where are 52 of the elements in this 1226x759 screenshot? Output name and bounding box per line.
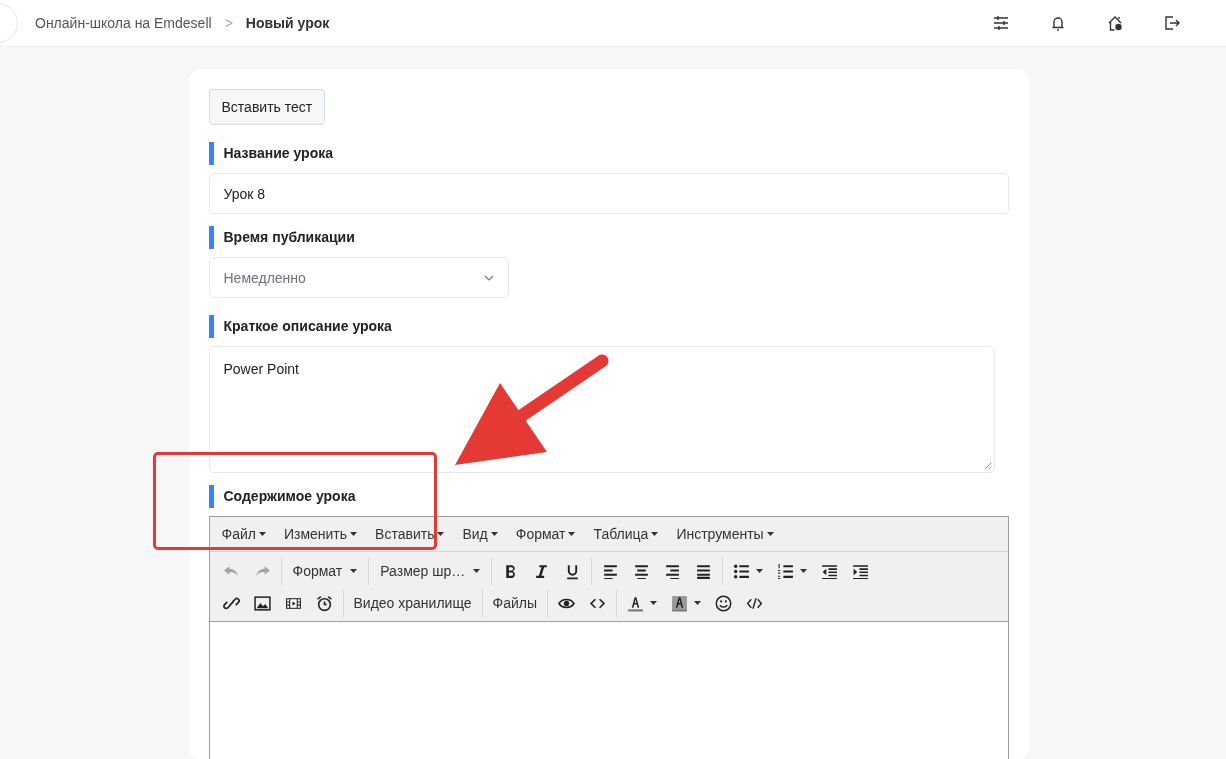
field-label: Время публикации — [208, 226, 1009, 249]
breadcrumb-link[interactable]: Онлайн-школа на Emdesell — [35, 15, 212, 31]
caret-icon — [437, 532, 445, 536]
select-field[interactable]: Немедленно — [208, 257, 509, 298]
caret-icon — [350, 569, 358, 573]
caret-icon — [651, 532, 659, 536]
textarea-value: Power Point — [223, 361, 299, 377]
menu-item[interactable]: Таблица — [584, 526, 668, 542]
menu-item[interactable]: Вставить — [366, 526, 454, 542]
home-icon[interactable] — [1107, 15, 1123, 31]
dropdown-button[interactable]: Размер шр… — [372, 559, 489, 583]
toolbar-button[interactable]: Видео хранилище — [346, 591, 479, 615]
toolbar-button[interactable]: Файлы — [485, 591, 545, 615]
breadcrumb-current: Новый урок — [245, 15, 330, 31]
caret-icon — [490, 532, 498, 536]
indent-icon — [852, 562, 870, 580]
textarea-field[interactable]: Power Point — [208, 346, 995, 473]
dropdown-button[interactable]: Формат — [284, 559, 366, 583]
justify-icon — [695, 562, 713, 580]
field-label: Название урока — [208, 142, 1009, 165]
caret-icon — [258, 532, 266, 536]
align-center-icon — [633, 562, 651, 580]
menu-item[interactable]: Инструменты — [667, 526, 783, 542]
resize-grip-icon — [983, 462, 992, 470]
text-color-icon — [627, 594, 645, 612]
bullet-list-icon — [733, 562, 751, 580]
caret-icon — [568, 532, 576, 536]
field-label: Краткое описание урока — [208, 315, 1009, 338]
chevron-down-icon — [483, 274, 494, 281]
logout-icon[interactable] — [1164, 15, 1180, 31]
caret-icon — [473, 569, 481, 573]
settings-icon[interactable] — [993, 15, 1009, 31]
outdent-icon — [821, 562, 839, 580]
alarm-clock-icon — [315, 594, 333, 612]
breadcrumb-separator: > — [224, 15, 233, 31]
image-icon — [253, 594, 271, 612]
bell-icon[interactable] — [1050, 15, 1066, 31]
insert-test-button[interactable]: Вставить тест — [208, 89, 326, 125]
numbered-list-icon — [777, 562, 795, 580]
smiley-icon — [715, 594, 733, 612]
menu-item[interactable]: Файл — [212, 526, 275, 542]
highlight-color-icon — [671, 594, 689, 612]
menu-item[interactable]: Вид — [453, 526, 507, 542]
align-left-icon — [602, 562, 620, 580]
align-right-icon — [664, 562, 682, 580]
menu-item[interactable]: Изменить — [274, 526, 367, 542]
field-label: Содержимое урока — [208, 485, 1009, 508]
menu-item[interactable]: Формат — [506, 526, 585, 542]
caret-icon — [766, 532, 774, 536]
select-value: Немедленно — [223, 269, 306, 286]
text-field[interactable]: Урок 8 — [208, 173, 1009, 214]
caret-icon — [350, 532, 358, 536]
